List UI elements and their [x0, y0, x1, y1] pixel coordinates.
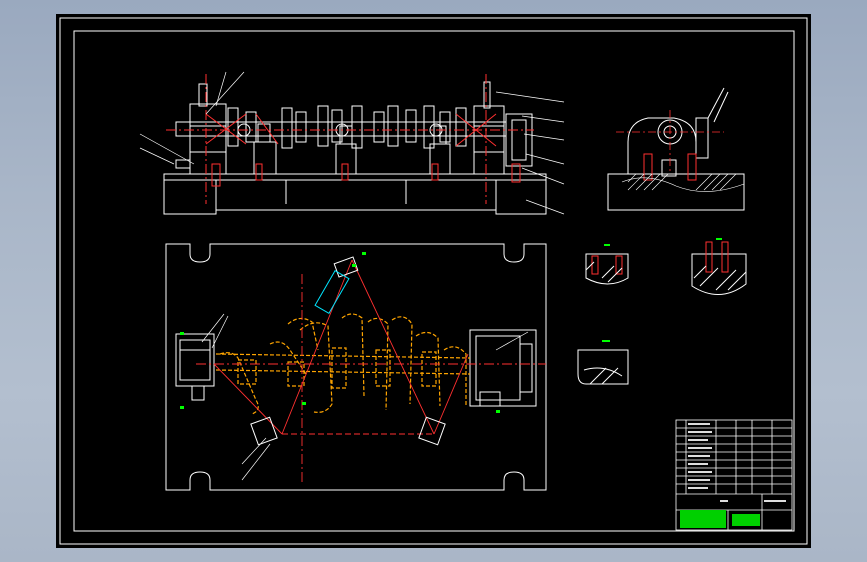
- title-block-fill: [680, 510, 760, 528]
- plan-view: [165, 243, 547, 491]
- plan-leader-lines: [201, 313, 529, 481]
- cad-drawing: [59, 17, 808, 545]
- outer-frame: [59, 17, 808, 545]
- detail-view-b: [691, 241, 747, 295]
- title-block-text-strokes: [688, 423, 786, 502]
- left-support: [189, 103, 227, 175]
- side-hatch: [621, 173, 745, 192]
- detail-view-c: [577, 349, 629, 385]
- detail-view-a: [585, 253, 629, 285]
- plan-clamp-bolts: [250, 256, 446, 446]
- right-end-clamp: [505, 113, 533, 167]
- plan-section-lines: [196, 259, 546, 484]
- mid-support-1: [253, 141, 277, 175]
- drawing-sheet: [56, 14, 811, 548]
- front-section-lines: [166, 74, 534, 204]
- plan-base-plate: [165, 243, 547, 491]
- side-view: [607, 87, 745, 211]
- plan-left-clamp: [175, 333, 215, 387]
- right-pin: [483, 81, 491, 109]
